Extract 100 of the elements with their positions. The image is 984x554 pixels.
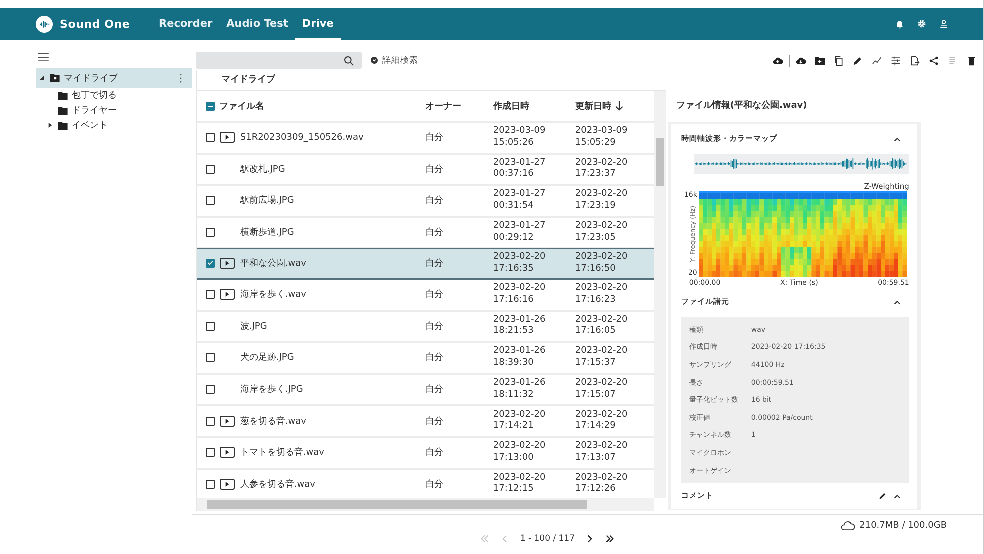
updated-date-cell: 2023-02-20 17:15:37 — [575, 346, 628, 370]
sort-down-arrow-icon[interactable] — [615, 101, 624, 111]
user-icon[interactable] — [939, 19, 949, 29]
caret-icon[interactable] — [894, 136, 902, 142]
row-checkbox[interactable] — [206, 290, 216, 300]
table-row[interactable]: 葱を切る音.wav 自分 2023-02-20 17:14:21 2023-02-20 17:14:29 — [197, 406, 654, 438]
file-export-icon[interactable] — [910, 56, 920, 66]
next-page-icon[interactable] — [585, 535, 595, 543]
table-row[interactable]: S1R20230309_150526.wav 自分 2023-03-09 15:05:26 2023-03-09 15:05:29 — [197, 123, 654, 155]
created-date-cell-text: 2023-02-20 17:12:15 — [493, 472, 547, 496]
owner-cell: 自分 — [425, 290, 444, 300]
nav-tab[interactable]: Audio Test — [220, 8, 296, 40]
table-row[interactable]: 海岸を歩く.wav 自分 2023-02-20 17:16:16 2023-02-20 17:16:23 — [197, 280, 654, 312]
nav-tab[interactable]: Recorder — [152, 8, 220, 40]
file-name: 駅改札.JPG — [240, 164, 286, 176]
tree-item[interactable]: マイドライブ — [36, 68, 192, 88]
last-page-icon[interactable] — [605, 535, 615, 543]
table-row[interactable]: 駅改札.JPG 自分 2023-01-27 00:37:16 2023-02-20 17:23:37 — [197, 154, 654, 186]
row-checkbox[interactable] — [206, 353, 216, 362]
page-range: 1 - 100 / 117 — [520, 534, 575, 544]
updated-date-cell: 2023-02-20 17:15:07 — [575, 378, 628, 402]
table-row[interactable]: トマトを切る音.wav 自分 2023-02-20 17:13:00 2023-02-20 17:13:07 — [197, 438, 654, 470]
play-button[interactable] — [220, 258, 236, 270]
row-checkbox[interactable] — [206, 322, 216, 331]
play-icon — [225, 482, 230, 487]
table-row[interactable]: 平和な公園.wav 自分 2023-02-20 17:16:35 2023-02-20 17:16:50 — [197, 248, 654, 280]
created-date-cell-text: 2023-01-27 00:29:12 — [493, 221, 547, 244]
search-field[interactable] — [196, 52, 362, 69]
owner-cell: 自分 — [425, 196, 444, 206]
file-name: S1R20230309_150526.wav — [240, 132, 364, 143]
file-name: 葱を切る音.wav — [240, 416, 306, 428]
owner-cell: 自分 — [425, 480, 444, 490]
horizontal-scrollbar[interactable] — [196, 498, 654, 511]
table-row[interactable]: 波.JPG 自分 2023-01-26 18:21:53 2023-02-20 17:16:05 — [197, 312, 654, 344]
column-header[interactable]: オーナー — [425, 100, 462, 112]
tree-item[interactable]: ドライヤー — [36, 103, 192, 118]
trash-icon[interactable] — [967, 56, 977, 66]
row-checkbox[interactable] — [206, 196, 216, 206]
row-checkbox[interactable] — [206, 385, 216, 394]
nav-tab[interactable]: Drive — [295, 8, 341, 40]
owner-cell: 自分 — [425, 353, 444, 364]
caret-icon[interactable] — [894, 300, 902, 304]
table-row[interactable]: 犬の足跡.JPG 自分 2023-01-26 18:39:30 2023-02-20 17:15:37 — [197, 343, 654, 375]
advanced-search-link[interactable]: 詳細検索 — [371, 54, 418, 66]
table-row[interactable]: 駅前広場.JPG 自分 2023-01-27 00:31:54 2023-02-20 17:23:19 — [197, 186, 654, 218]
row-checkbox[interactable] — [206, 416, 216, 426]
logo-icon — [36, 16, 53, 32]
search-icon — [344, 56, 354, 66]
play-button[interactable] — [220, 416, 236, 427]
row-checkbox[interactable] — [206, 133, 216, 142]
row-checkbox[interactable] — [206, 480, 216, 489]
column-header[interactable]: 作成日時 — [493, 100, 530, 112]
storage-usage: 210.7MB / 100.0GB — [860, 521, 947, 531]
play-icon — [225, 261, 230, 266]
updated-date-cell: 2023-02-20 17:16:50 — [575, 252, 628, 276]
line-chart-icon[interactable] — [872, 56, 882, 66]
play-button[interactable] — [220, 478, 236, 490]
vertical-scrollbar[interactable] — [654, 91, 666, 498]
select-all-checkbox[interactable] — [206, 102, 216, 110]
column-header[interactable]: 更新日時 — [575, 100, 612, 112]
row-checkbox[interactable] — [206, 164, 216, 174]
folder-plus-icon[interactable] — [815, 56, 825, 66]
copy-icon[interactable] — [834, 56, 844, 66]
tree-item[interactable]: 包丁で切る — [36, 88, 192, 103]
cloud-upload-icon[interactable] — [773, 56, 783, 66]
play-button[interactable] — [220, 447, 236, 458]
breadcrumb[interactable]: マイドライブ — [196, 70, 666, 91]
share-icon[interactable] — [929, 56, 939, 66]
file-name: 海岸を歩く.wav — [240, 288, 306, 302]
expand-arrow-icon[interactable] — [40, 76, 45, 80]
updated-date-cell: 2023-02-20 17:14:29 — [575, 410, 628, 433]
file-name: 犬の足跡.JPG — [240, 352, 294, 364]
tree-item[interactable]: イベント — [36, 118, 192, 133]
file-name: 横断歩道.JPG — [240, 226, 294, 240]
cloud-download-icon[interactable] — [796, 56, 806, 66]
updated-date-cell: 2023-02-20 17:16:05 — [575, 314, 628, 338]
updated-date-cell: 2023-02-20 17:23:37 — [575, 158, 628, 181]
column-header[interactable]: ファイル名 — [219, 100, 264, 112]
pencil-icon[interactable] — [853, 56, 863, 66]
menu-icon[interactable] — [38, 53, 49, 62]
caret-icon[interactable] — [894, 494, 902, 499]
play-icon — [225, 450, 230, 456]
more-icon[interactable] — [180, 74, 182, 82]
expand-arrow-icon[interactable] — [48, 123, 53, 128]
settings-icon[interactable] — [917, 19, 927, 29]
row-checkbox[interactable] — [206, 259, 216, 268]
bell-icon[interactable] — [895, 19, 905, 29]
play-button[interactable] — [220, 289, 236, 300]
sliders-icon[interactable] — [891, 56, 901, 66]
row-checkbox[interactable] — [206, 448, 216, 458]
drive-folder-icon — [50, 74, 60, 82]
table-row[interactable]: 海岸を歩く.JPG 自分 2023-01-26 18:11:32 2023-02-20 17:15:07 — [197, 374, 654, 406]
owner-cell: 自分 — [425, 164, 444, 175]
created-date-cell-text: 2023-02-20 17:14:21 — [493, 410, 547, 433]
row-checkbox[interactable] — [206, 228, 216, 238]
app-name: Sound One — [60, 18, 130, 30]
play-button[interactable] — [220, 132, 236, 144]
owner-cell: 自分 — [425, 133, 444, 144]
pencil-icon[interactable] — [879, 492, 888, 500]
owner-cell: 自分 — [425, 448, 444, 458]
